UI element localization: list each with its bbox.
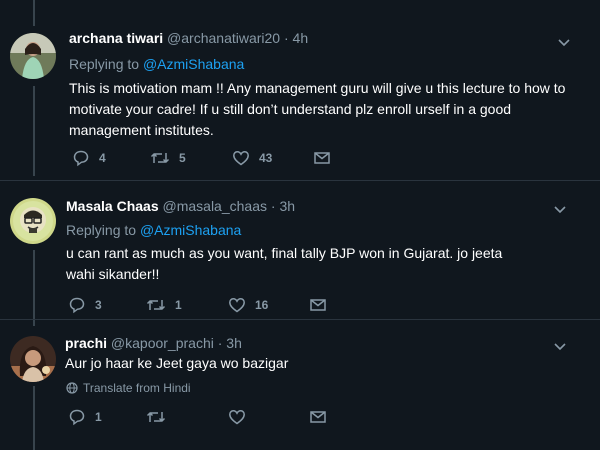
globe-icon	[66, 382, 78, 394]
avatar[interactable]	[10, 198, 56, 244]
like-icon	[233, 151, 249, 166]
tweet-actions: 3 1 16	[68, 296, 328, 318]
replying-to: Replying to @AzmiShabana	[66, 222, 241, 238]
retweet-icon	[146, 300, 166, 310]
reply-button[interactable]: 4	[72, 149, 106, 167]
reply-icon	[69, 297, 85, 314]
tweet[interactable]: archana tiwari @archanatiwari20 · 4h Rep…	[0, 0, 600, 180]
direct-message-button[interactable]	[313, 149, 331, 167]
reply-count: 3	[95, 298, 102, 312]
mention-link[interactable]: @AzmiShabana	[143, 56, 244, 72]
avatar[interactable]	[10, 336, 56, 382]
translate-link[interactable]: Translate from Hindi	[66, 381, 191, 395]
chevron-down-icon[interactable]	[552, 338, 568, 354]
tweet-text: u can rant as much as you want, final ta…	[66, 245, 503, 282]
chevron-down-icon[interactable]	[552, 201, 568, 217]
timestamp[interactable]: · 4h	[284, 30, 308, 46]
reply-button[interactable]: 3	[68, 296, 102, 314]
tweet-text: This is motivation mam !! Any management…	[69, 80, 566, 138]
retweet-button[interactable]: 5	[150, 149, 186, 167]
direct-message-button[interactable]	[309, 296, 327, 314]
like-button[interactable]: 16	[228, 296, 268, 314]
user-handle[interactable]: @kapoor_prachi	[111, 335, 214, 351]
display-name[interactable]: prachi	[65, 335, 107, 351]
reply-icon	[69, 409, 85, 426]
timestamp[interactable]: · 3h	[218, 335, 242, 351]
like-icon	[229, 298, 245, 313]
user-handle[interactable]: @masala_chaas	[163, 198, 268, 214]
replying-to-label: Replying to	[69, 56, 140, 72]
tweet[interactable]: Masala Chaas @masala_chaas · 3h Replying…	[0, 181, 600, 319]
like-button[interactable]: 43	[232, 149, 272, 167]
display-name[interactable]: archana tiwari	[69, 30, 163, 46]
replying-to: Replying to @AzmiShabana	[69, 56, 244, 72]
tweet-header: Masala Chaas @masala_chaas · 3h	[66, 198, 295, 214]
retweet-button[interactable]	[146, 408, 166, 426]
retweet-icon	[146, 412, 166, 422]
direct-message-icon	[310, 411, 326, 423]
tweet-text: Aur jo haar ke Jeet gaya wo bazigar	[65, 355, 289, 371]
mention-link[interactable]: @AzmiShabana	[140, 222, 241, 238]
replying-to-label: Replying to	[66, 222, 137, 238]
direct-message-icon	[314, 152, 330, 164]
retweet-count: 1	[175, 298, 182, 312]
retweet-button[interactable]: 1	[146, 296, 182, 314]
tweet-actions: 4 5 43	[72, 149, 332, 171]
direct-message-icon	[310, 299, 326, 311]
translate-label[interactable]: Translate from Hindi	[83, 381, 191, 395]
reply-icon	[73, 150, 89, 167]
reply-button[interactable]: 1	[68, 408, 102, 426]
retweet-count: 5	[179, 151, 186, 165]
tweet-header: prachi @kapoor_prachi · 3h	[65, 335, 242, 351]
tweet[interactable]: prachi @kapoor_prachi · 3h Aur jo haar k…	[0, 320, 600, 450]
reply-count: 1	[95, 410, 102, 424]
retweet-icon	[150, 153, 170, 163]
like-icon	[229, 410, 245, 425]
avatar[interactable]	[10, 33, 56, 79]
reply-count: 4	[99, 151, 106, 165]
tweet-actions: 1	[68, 408, 328, 430]
timestamp[interactable]: · 3h	[271, 198, 295, 214]
direct-message-button[interactable]	[309, 408, 327, 426]
display-name[interactable]: Masala Chaas	[66, 198, 159, 214]
like-count: 43	[259, 151, 273, 165]
like-button[interactable]	[228, 408, 246, 426]
user-handle[interactable]: @archanatiwari20	[167, 30, 280, 46]
chevron-down-icon[interactable]	[556, 34, 572, 50]
tweet-header: archana tiwari @archanatiwari20 · 4h	[69, 30, 308, 46]
like-count: 16	[255, 298, 269, 312]
